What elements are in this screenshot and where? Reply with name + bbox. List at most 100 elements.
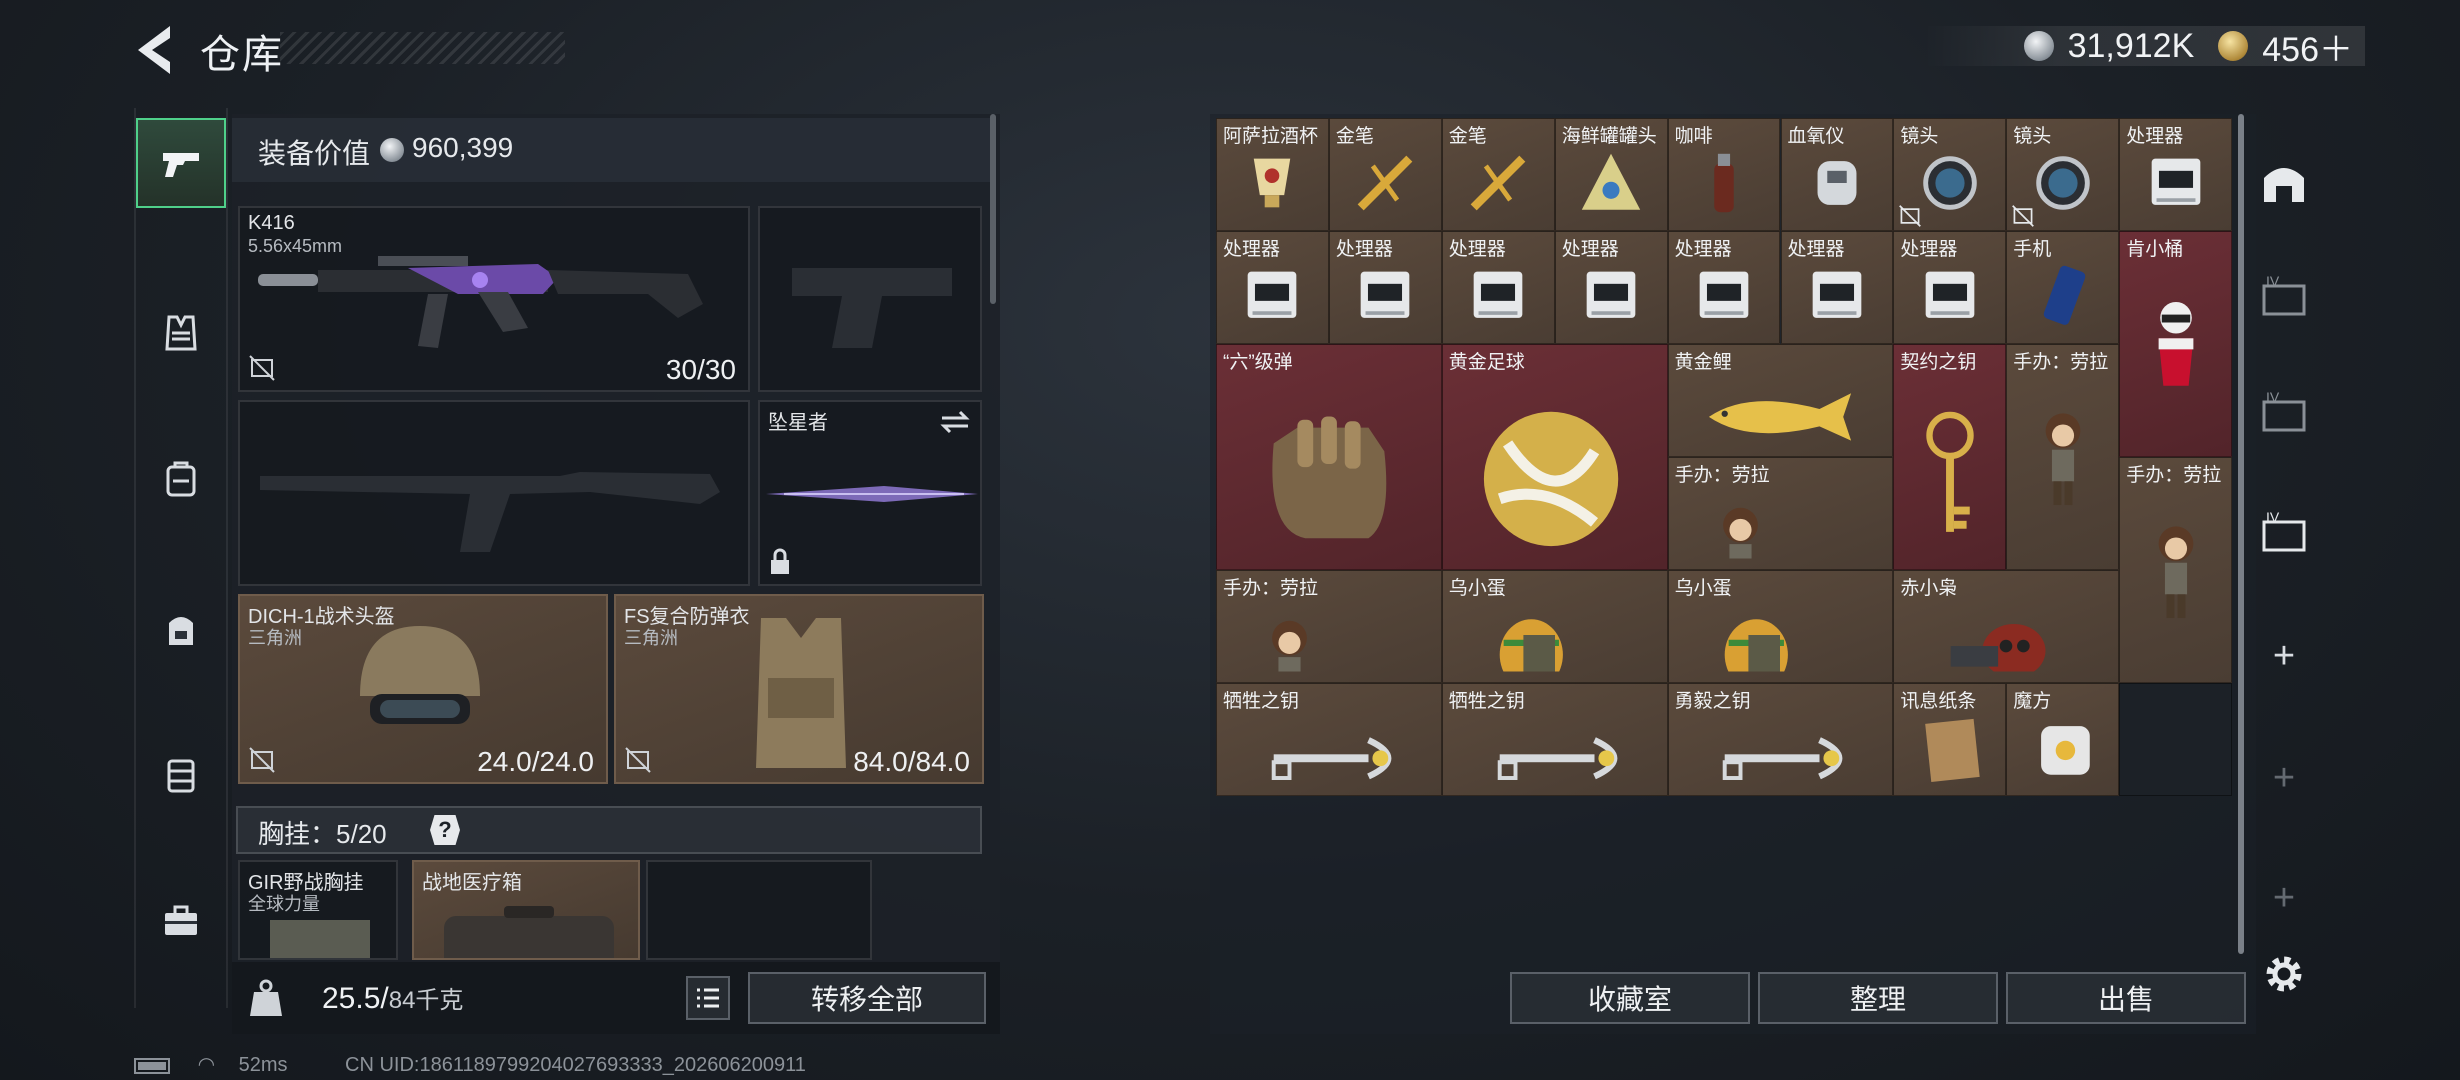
wifi-icon: ◠ — [197, 1054, 216, 1076]
status-bar: ◠ 52ms CN UID:1861189799204027693333_202… — [134, 1052, 806, 1077]
storage-item[interactable]: 镜头 — [1893, 118, 2007, 231]
cpu-item-image — [2151, 159, 2200, 206]
rail-tab-backpack-small[interactable] — [136, 434, 226, 524]
vest-item-slot[interactable]: GIR野战胸挂 全球力量 — [238, 860, 398, 960]
rail-tab-vest[interactable] — [136, 288, 226, 378]
storage-item-name: 牺牲之钥 — [1223, 691, 1300, 712]
storage-item[interactable]: 牺牲之钥 — [1216, 683, 1442, 796]
storage-item[interactable]: 处理器 — [1554, 231, 1668, 344]
storage-item[interactable]: 契约之钥 — [1893, 344, 2007, 570]
sort-button[interactable]: 整理 — [1758, 972, 1998, 1024]
storage-item[interactable]: 乌小蛋 — [1667, 570, 1894, 683]
pen-item-image — [1470, 156, 1526, 211]
storage-item[interactable]: 赤小枭 — [1893, 570, 2120, 683]
storage-item[interactable]: 黄金鲤 — [1667, 344, 1894, 457]
storage-item[interactable]: 镜头 — [2006, 118, 2120, 231]
melee-slot[interactable]: 坠星者 — [758, 400, 982, 586]
storage-item-name: 肯小桶 — [2126, 239, 2184, 260]
storage-item[interactable]: 手机 — [2006, 231, 2120, 344]
storage-item[interactable]: 处理器 — [1328, 231, 1442, 344]
storage-item-name: 牺牲之钥 — [1448, 691, 1525, 712]
back-arrow-icon[interactable] — [130, 22, 176, 78]
storage-item[interactable]: 黄金足球 — [1441, 344, 1668, 570]
storage-item[interactable]: 处理器 — [1441, 231, 1555, 344]
helmet-image — [360, 626, 480, 724]
storage-item[interactable]: 阿萨拉酒杯 — [1216, 118, 1329, 231]
vault-icon — [2264, 168, 2304, 202]
rail-tab-case[interactable] — [136, 730, 226, 820]
storage-item[interactable]: 金笔 — [1441, 118, 1555, 231]
storage-item-name: 镜头 — [2013, 126, 2052, 147]
gold-amount[interactable]: 456＋ — [2262, 22, 2353, 71]
add-storage-button[interactable]: + — [2256, 628, 2312, 684]
storage-item[interactable]: 勇毅之钥 — [1667, 683, 1894, 796]
loadout-scrollbar[interactable] — [990, 114, 996, 304]
add-storage-button-locked[interactable]: + — [2256, 870, 2312, 926]
primary-weapon-slot[interactable]: K416 5.56x45mm 30/30 — [238, 206, 750, 392]
storage-item[interactable]: 手办：劳拉 — [2006, 344, 2120, 570]
armor-slot[interactable]: FS复合防弹衣 三角洲 84.0/84.0 — [614, 594, 984, 784]
ammo-count: 30/30 — [665, 354, 736, 385]
storage-item[interactable]: 手办：劳拉 — [2119, 457, 2233, 683]
storage-item[interactable]: 手办：劳拉 — [1216, 570, 1442, 683]
weight-current: 25.5/ — [322, 982, 389, 1015]
storage-item[interactable]: 海鲜罐罐头 — [1554, 118, 1668, 231]
swap-icon[interactable] — [938, 410, 972, 434]
storage-item[interactable]: 乌小蛋 — [1441, 570, 1668, 683]
vest-label: 胸挂： — [258, 819, 337, 849]
storage-item[interactable]: 处理器 — [1893, 231, 2007, 344]
empty-storage-slot[interactable] — [2119, 683, 2233, 796]
storage-item[interactable]: 咖啡 — [1667, 118, 1781, 231]
helmet-maker: 三角洲 — [248, 628, 302, 648]
storage-tab-main[interactable] — [2256, 154, 2312, 210]
storage-item[interactable]: 处理器 — [2119, 118, 2233, 231]
storage-item[interactable]: 血氧仪 — [1780, 118, 1894, 231]
figure-item-image — [1272, 621, 1307, 672]
transfer-all-button[interactable]: 转移全部 — [748, 972, 986, 1024]
helmet-slot[interactable]: DICH-1战术头盔 三角洲 24.0/24.0 — [238, 594, 608, 784]
storage-scrollbar[interactable] — [2238, 114, 2244, 954]
no-insure-icon — [249, 355, 275, 381]
gear-icon[interactable] — [2260, 950, 2308, 998]
plus-icon: + — [2272, 634, 2296, 677]
storage-item[interactable]: 肯小桶 — [2119, 231, 2233, 457]
storage-item[interactable]: 牺牲之钥 — [1441, 683, 1668, 796]
storage-tab-iv-1[interactable]: IV — [2256, 270, 2312, 326]
cpu-item-image — [1812, 272, 1862, 319]
storage-item[interactable]: “六”级弹 — [1216, 344, 1442, 570]
paper-item-image — [1925, 719, 1980, 783]
storage-item-name: 手机 — [2013, 239, 2052, 260]
secondary-weapon-slot[interactable] — [238, 400, 750, 586]
storage-item-name: 海鲜罐罐头 — [1561, 126, 1657, 147]
medkit-slot[interactable]: 战地医疗箱 — [412, 860, 640, 960]
list-view-button[interactable] — [686, 976, 730, 1020]
storage-tab-iv-2[interactable]: IV — [2256, 386, 2312, 442]
pack-icon — [166, 461, 196, 497]
vest-icon — [165, 315, 197, 351]
rail-tab-toolbox[interactable] — [136, 876, 226, 966]
storage-item[interactable]: 处理器 — [1216, 231, 1329, 344]
help-button[interactable]: ? — [430, 815, 460, 845]
storage-tab-iv-3[interactable]: IV — [2256, 506, 2312, 562]
ball-item-image — [1483, 411, 1618, 547]
rail-tab-weapons[interactable] — [136, 118, 226, 208]
sidearm-slot[interactable] — [758, 206, 982, 392]
empty-vest-slot[interactable] — [646, 860, 872, 960]
carry-weight: 25.5/84千克 — [322, 980, 463, 1016]
storage-item[interactable]: 金笔 — [1328, 118, 1442, 231]
storage-item[interactable]: 魔方 — [2006, 683, 2120, 796]
add-storage-button-locked[interactable]: + — [2256, 750, 2312, 806]
storage-item[interactable]: 处理器 — [1780, 231, 1894, 344]
sell-button[interactable]: 出售 — [2006, 972, 2246, 1024]
no-insure-icon — [2012, 205, 2035, 227]
storage-item-name: 处理器 — [2126, 126, 2184, 147]
storage-item-name: 镜头 — [1900, 126, 1939, 147]
storage-item[interactable]: 手办：劳拉 — [1667, 457, 1894, 570]
storage-item[interactable]: 讯息纸条 — [1893, 683, 2007, 796]
armor-durability: 84.0/84.0 — [853, 746, 970, 777]
rail-tab-backpack[interactable] — [136, 584, 226, 674]
can-item-image — [1581, 154, 1641, 211]
no-insure-icon — [625, 747, 651, 773]
collection-room-button[interactable]: 收藏室 — [1510, 972, 1750, 1024]
storage-item[interactable]: 处理器 — [1667, 231, 1781, 344]
